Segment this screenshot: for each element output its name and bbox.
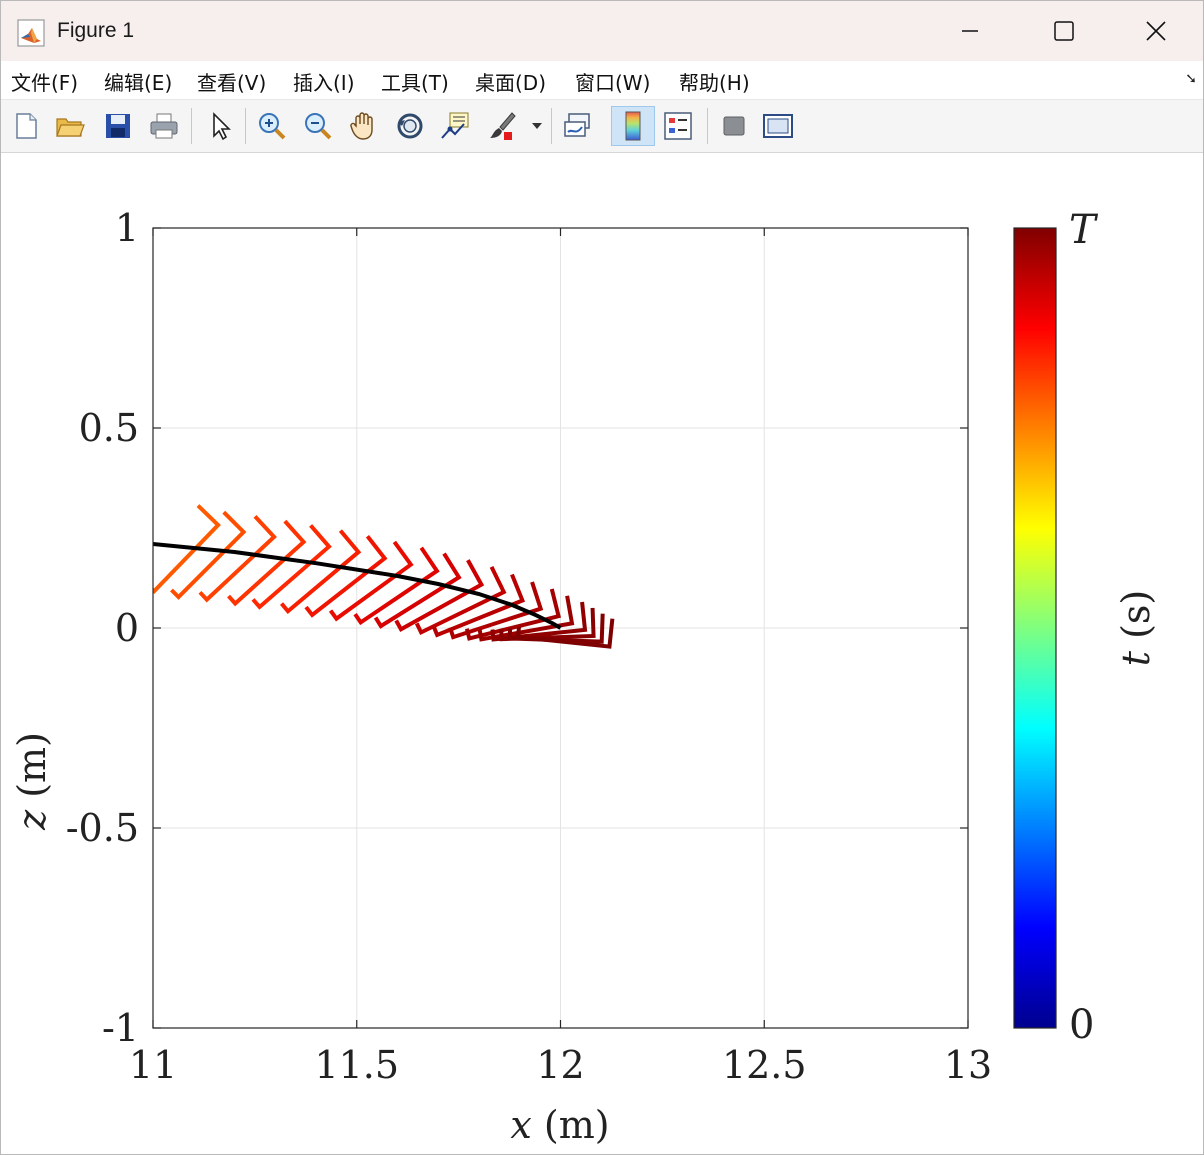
brush-button[interactable]	[483, 106, 521, 146]
x-tick-label: 13	[944, 1043, 992, 1087]
title-bar[interactable]: Figure 1	[1, 1, 1203, 61]
legend-icon	[664, 112, 692, 140]
select-arrow-button[interactable]	[201, 106, 239, 146]
zoom-in-button[interactable]	[253, 106, 291, 146]
hide-plot-tools-icon	[723, 116, 745, 136]
x-tick-label: 12	[536, 1043, 584, 1087]
y-axis-label: z (m)	[10, 732, 54, 831]
pan-hand-button[interactable]	[345, 106, 383, 146]
dock-arrow-icon[interactable]: ➘	[1185, 71, 1197, 87]
colorbar-bottom-label: 0	[1069, 1002, 1094, 1048]
y-tick-label: 0.5	[79, 406, 139, 450]
colorbar-label: t (s)	[1114, 590, 1158, 667]
pan-hand-icon	[350, 112, 373, 140]
menu-window[interactable]: 窗口(W)	[575, 67, 650, 96]
y-tick-label: -0.5	[66, 806, 139, 850]
print-button[interactable]	[145, 106, 183, 146]
menu-desktop[interactable]: 桌面(D)	[475, 67, 546, 96]
save-button[interactable]	[99, 106, 137, 146]
select-arrow-icon	[213, 112, 231, 141]
link-plot-icon	[564, 113, 590, 137]
figure-toolbar	[1, 100, 1203, 153]
colorbar-button[interactable]	[611, 106, 655, 146]
show-plot-tools-button[interactable]	[759, 106, 797, 146]
new-figure-icon	[16, 113, 37, 139]
figure-canvas[interactable]: 11 11.5 12 12.5 13 -1 -0.5 0 0.5 1 x (m) z (m) T …	[1, 153, 1203, 1154]
menu-view[interactable]: 查看(V)	[197, 67, 266, 96]
x-axis-label: x (m)	[510, 1103, 609, 1147]
hide-plot-tools-button[interactable]	[715, 106, 753, 146]
figure-window: Figure 1 文件(F) 编辑(E) 查看(V) 插入(I) 工具(T) 桌…	[0, 0, 1204, 1155]
new-figure-button[interactable]	[7, 106, 45, 146]
minimize-icon	[962, 30, 978, 32]
rotate-3d-button[interactable]	[391, 106, 429, 146]
minimize-button[interactable]	[923, 1, 1017, 61]
chart-svg[interactable]: 11 11.5 12 12.5 13-1-0.500.51 x (m) z (m) T …	[1, 153, 1203, 1154]
show-plot-tools-icon	[763, 114, 793, 138]
open-file-button[interactable]	[51, 106, 89, 146]
brush-icon	[490, 112, 516, 140]
colorbar[interactable]	[1013, 227, 1057, 1029]
maximize-icon	[1054, 21, 1074, 41]
x-tick-label: 12.5	[722, 1043, 807, 1087]
zoom-out-button[interactable]	[299, 106, 337, 146]
maximize-button[interactable]	[1017, 1, 1111, 61]
print-icon	[150, 113, 178, 139]
data-cursor-icon	[441, 112, 469, 139]
menu-help[interactable]: 帮助(H)	[679, 67, 750, 96]
brush-dropdown-icon	[532, 123, 542, 129]
open-file-icon	[56, 118, 85, 137]
menu-tools[interactable]: 工具(T)	[381, 67, 449, 96]
legend-button[interactable]	[659, 106, 697, 146]
y-tick-label: 1	[115, 206, 139, 250]
zoom-out-icon	[305, 113, 332, 140]
x-tick-label: 11.5	[314, 1043, 399, 1087]
menu-edit[interactable]: 编辑(E)	[104, 67, 172, 96]
brush-dropdown-button[interactable]	[527, 106, 547, 146]
window-title: Figure 1	[57, 19, 135, 42]
save-icon	[106, 114, 130, 138]
data-cursor-button[interactable]	[437, 106, 475, 146]
rotate-3d-icon	[397, 113, 423, 139]
colorbar-icon	[625, 111, 641, 141]
close-icon	[1146, 21, 1166, 41]
menu-bar: 文件(F) 编辑(E) 查看(V) 插入(I) 工具(T) 桌面(D) 窗口(W…	[1, 61, 1203, 100]
zoom-in-icon	[259, 113, 286, 140]
link-plot-button[interactable]	[559, 106, 597, 146]
y-tick-label: 0	[115, 606, 139, 650]
close-button[interactable]	[1109, 1, 1203, 61]
y-tick-label: -1	[102, 1006, 139, 1050]
menu-insert[interactable]: 插入(I)	[293, 67, 355, 96]
matlab-logo-icon	[17, 19, 45, 47]
menu-file[interactable]: 文件(F)	[11, 67, 78, 96]
colorbar-top-label: T	[1069, 207, 1099, 253]
